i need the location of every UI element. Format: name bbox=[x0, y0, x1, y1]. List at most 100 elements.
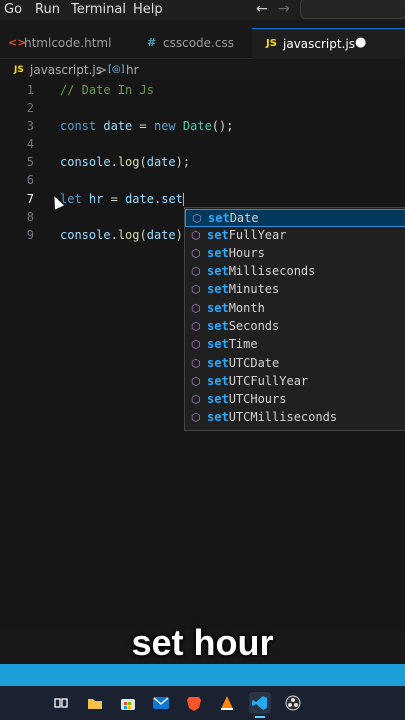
method-cube-icon: ⬡ bbox=[191, 283, 201, 296]
rest-text: UTCHours bbox=[228, 392, 287, 406]
menu-terminal[interactable]: Terminal bbox=[71, 2, 126, 17]
suggestion-item[interactable]: ⬡ setTime bbox=[185, 336, 405, 354]
rest-text: Minutes bbox=[228, 282, 280, 296]
method-cube-icon: ⬡ bbox=[191, 265, 201, 278]
method-cube-icon: ⬡ bbox=[191, 247, 201, 260]
line-number: 3 bbox=[26, 119, 34, 133]
variable-icon: [◎] bbox=[108, 64, 125, 75]
punctuation: (); bbox=[211, 119, 234, 133]
suggestion-item[interactable]: ⬡ setUTCMilliseconds bbox=[185, 409, 405, 427]
brave-icon[interactable] bbox=[183, 692, 205, 714]
class-name: Date bbox=[182, 119, 212, 133]
store-icon[interactable] bbox=[117, 692, 139, 714]
suggestion-item[interactable]: ⬡ setUTCDate bbox=[185, 355, 405, 373]
operator: = bbox=[139, 119, 147, 133]
suggestion-item[interactable]: ⬡ setUTCFullYear bbox=[185, 373, 405, 391]
punctuation: . bbox=[110, 228, 118, 242]
method-cube-icon: ⬡ bbox=[191, 302, 201, 315]
match-text: set bbox=[207, 246, 229, 260]
windows-taskbar bbox=[0, 686, 405, 720]
js-file-icon: JS bbox=[266, 38, 277, 49]
code-line-9: console.log(date) bbox=[60, 228, 183, 242]
rest-text: UTCDate bbox=[228, 356, 280, 370]
obs-icon[interactable] bbox=[282, 692, 304, 714]
suggestion-item[interactable]: ⬡ setUTCHours bbox=[185, 391, 405, 409]
breadcrumb-symbol[interactable]: hr bbox=[126, 63, 139, 77]
forward-arrow-icon[interactable]: → bbox=[278, 1, 290, 17]
js-file-icon: JS bbox=[14, 65, 24, 75]
file-explorer-icon[interactable] bbox=[84, 692, 106, 714]
function-name: log bbox=[117, 228, 140, 242]
identifier: hr bbox=[88, 192, 104, 206]
rest-text: FullYear bbox=[228, 228, 287, 242]
suggestion-item[interactable]: ⬡ setMonth bbox=[185, 300, 405, 318]
match-text: set bbox=[207, 319, 229, 333]
menu-run[interactable]: Run bbox=[35, 2, 60, 17]
match-text: set bbox=[207, 228, 229, 242]
menu-go[interactable]: Go bbox=[4, 2, 22, 17]
identifier: set bbox=[161, 192, 183, 206]
video-caption: set hour bbox=[131, 622, 274, 663]
suggestion-item[interactable]: ⬡ setSeconds bbox=[185, 318, 405, 336]
tab-csscode[interactable]: # csscode.css bbox=[130, 28, 252, 58]
identifier: console bbox=[60, 155, 111, 169]
method-cube-icon: ⬡ bbox=[191, 229, 201, 242]
menu-bar: Go Run Terminal Help ← → bbox=[0, 0, 405, 20]
line-number: 4 bbox=[26, 137, 34, 151]
status-bar bbox=[0, 664, 405, 686]
match-text: set bbox=[207, 337, 229, 351]
punctuation: ) bbox=[175, 228, 183, 242]
operator: = bbox=[110, 192, 118, 206]
rest-text: Seconds bbox=[228, 319, 280, 333]
text-caret bbox=[182, 193, 184, 206]
suggestion-item[interactable]: ⬡ setMinutes bbox=[185, 281, 405, 299]
menu-help[interactable]: Help bbox=[133, 2, 163, 17]
breadcrumb-file[interactable]: javascript.js bbox=[30, 63, 102, 77]
match-text: set bbox=[207, 301, 229, 315]
match-text: set bbox=[207, 410, 229, 424]
tab-label: htmlcode.html bbox=[24, 36, 112, 50]
vscode-icon[interactable] bbox=[249, 692, 271, 718]
line-number: 1 bbox=[26, 83, 34, 97]
tab-htmlcode[interactable]: <> htmlcode.html bbox=[0, 28, 130, 58]
tab-javascript[interactable]: JS javascript.js ● bbox=[252, 28, 405, 59]
code-line-7: let hr = date.set bbox=[60, 192, 184, 206]
breadcrumb: JS javascript.js > [◎] hr bbox=[0, 60, 405, 80]
back-arrow-icon[interactable]: ← bbox=[256, 1, 268, 17]
keyword: new bbox=[153, 119, 176, 133]
code-line-5: console.log(date); bbox=[60, 155, 190, 169]
suggestion-item[interactable]: ⬡ setMilliseconds bbox=[185, 263, 405, 281]
function-name: log bbox=[117, 155, 140, 169]
identifier: date bbox=[125, 192, 154, 206]
punctuation: ( bbox=[139, 155, 147, 169]
match-text: set bbox=[208, 211, 230, 225]
rest-text: Time bbox=[228, 337, 258, 351]
identifier: console bbox=[60, 228, 111, 242]
mail-icon[interactable] bbox=[150, 692, 172, 714]
css-file-icon: # bbox=[147, 36, 157, 49]
identifier: date bbox=[103, 119, 133, 133]
method-cube-icon: ⬡ bbox=[191, 375, 201, 388]
breadcrumb-separator: > bbox=[97, 63, 108, 77]
punctuation: ); bbox=[175, 155, 191, 169]
autocomplete-suggestions[interactable]: ⬡ setDate ⬡ setFullYear ⬡ setHours ⬡ setMill… bbox=[184, 207, 405, 431]
rest-text: Hours bbox=[228, 246, 265, 260]
line-number: 7 bbox=[26, 192, 34, 206]
line-number: 8 bbox=[26, 210, 34, 224]
match-text: set bbox=[207, 282, 229, 296]
suggestion-item[interactable]: ⬡ setFullYear bbox=[185, 227, 405, 245]
suggestion-item[interactable]: ⬡ setHours bbox=[185, 245, 405, 263]
suggestion-item[interactable]: ⬡ setDate bbox=[185, 209, 405, 227]
rest-text: Milliseconds bbox=[228, 264, 316, 278]
punctuation: ( bbox=[139, 228, 147, 242]
line-number: 5 bbox=[26, 155, 34, 169]
vlc-icon[interactable] bbox=[216, 692, 238, 714]
task-view-icon[interactable] bbox=[50, 692, 72, 714]
command-center-search[interactable] bbox=[300, 0, 405, 19]
method-cube-icon: ⬡ bbox=[191, 393, 201, 406]
rest-text: Month bbox=[228, 301, 265, 315]
identifier: date bbox=[146, 155, 176, 169]
rest-text: UTCFullYear bbox=[228, 374, 309, 388]
line-number: 2 bbox=[26, 101, 34, 115]
unsaved-dot-icon[interactable]: ● bbox=[355, 35, 366, 50]
